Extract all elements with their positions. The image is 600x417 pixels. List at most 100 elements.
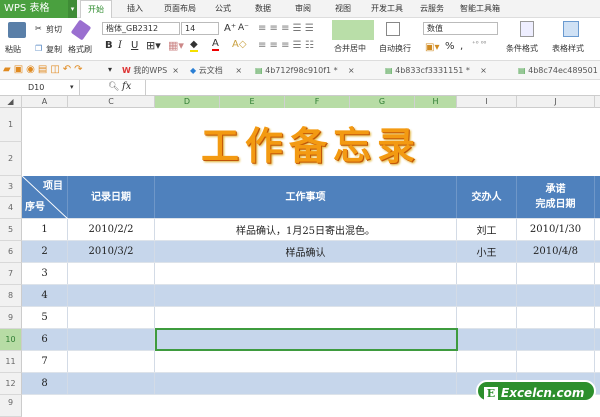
cut-button[interactable]: 剪切 [46, 24, 62, 35]
doc-tab-3[interactable]: ▤ 4b8c74ec489501 * [518, 63, 600, 78]
header-due[interactable]: 承诺 完成日期 [517, 176, 595, 218]
row-header[interactable]: 9 [0, 307, 22, 329]
formula-input[interactable] [145, 80, 600, 96]
fx-button[interactable]: fx [122, 81, 131, 92]
name-box[interactable]: D10 [0, 80, 80, 96]
cell-no[interactable]: 3 [22, 263, 68, 284]
conditional-format-button[interactable]: 条件格式 [506, 43, 538, 54]
clear-format-icon[interactable]: A◇ [232, 39, 247, 50]
cell-due[interactable]: 2010/4/8 [517, 241, 595, 262]
cell-no[interactable]: 6 [22, 329, 68, 350]
fill-color-icon[interactable]: ◆ [190, 39, 198, 52]
merge-center-icon[interactable] [332, 20, 374, 40]
more-dropdown-icon[interactable]: ▾ [108, 65, 112, 74]
cell-date[interactable] [68, 329, 155, 350]
row-header[interactable]: 5 [0, 219, 22, 241]
selected-range-d10-h10[interactable] [155, 328, 458, 351]
cell-item[interactable]: 样品确认，1月25日寄出混色。 [155, 219, 457, 240]
copy-icon[interactable]: ❐ [35, 44, 42, 53]
border-icon[interactable]: ⊞▾ [146, 39, 161, 52]
row-header[interactable]: 6 [0, 241, 22, 263]
cell-person[interactable] [457, 329, 517, 350]
doc-tab-cloud[interactable]: ◆ 云文档 × [190, 63, 242, 78]
row-header[interactable]: 2 [0, 142, 22, 176]
cell-item[interactable] [155, 285, 457, 306]
format-painter-icon[interactable] [70, 19, 92, 41]
cell-item[interactable] [155, 351, 457, 372]
paste-button[interactable]: 粘贴 [5, 44, 21, 55]
conditional-format-icon[interactable] [520, 21, 534, 37]
format-painter-button[interactable]: 格式刷 [68, 44, 92, 55]
tab-developer[interactable]: 开发工具 [367, 0, 407, 18]
merge-center-button[interactable]: 合并居中 [334, 43, 366, 54]
cell-person[interactable]: 刘工 [457, 219, 517, 240]
tab-formulas[interactable]: 公式 [208, 0, 238, 18]
header-person[interactable]: 交办人 [457, 176, 517, 218]
copy-button[interactable]: 复制 [46, 44, 62, 55]
bold-button[interactable]: B [105, 40, 113, 51]
cell-no[interactable]: 2 [22, 241, 68, 262]
font-size-select[interactable]: 14 [181, 22, 219, 35]
row-header[interactable]: 7 [0, 263, 22, 285]
row-header[interactable]: 3 [0, 176, 22, 197]
cell-no[interactable]: 7 [22, 351, 68, 372]
underline-button[interactable]: U [131, 40, 138, 51]
cell-no[interactable]: 5 [22, 307, 68, 328]
cell-date[interactable]: 2010/3/2 [68, 241, 155, 262]
name-box-dropdown-icon[interactable]: ▾ [70, 83, 74, 91]
cell-person[interactable] [457, 351, 517, 372]
col-header-f[interactable]: F [285, 96, 350, 108]
wrap-text-icon[interactable] [386, 22, 400, 36]
tab-cloud[interactable]: 云服务 [415, 0, 449, 18]
decimal-icons[interactable]: ⁺⁰ ⁰⁰ [472, 40, 486, 48]
cell-item[interactable] [155, 373, 457, 394]
paste-icon[interactable] [8, 22, 26, 38]
cell-date[interactable] [68, 263, 155, 284]
row-header[interactable]: 11 [0, 351, 22, 373]
header-date[interactable]: 记录日期 [68, 176, 155, 218]
col-header-i[interactable]: I [457, 96, 517, 108]
row-header[interactable]: 12 [0, 373, 22, 395]
row-header[interactable]: 9 [0, 395, 22, 417]
wrap-text-button[interactable]: 自动换行 [379, 43, 411, 54]
col-header-a[interactable]: A [22, 96, 68, 108]
tab-review[interactable]: 审阅 [288, 0, 318, 18]
align-top-icon[interactable]: ≡ ≡ ≡ ☰ ☰ [258, 23, 314, 34]
cell-person[interactable] [457, 263, 517, 284]
app-menu-button[interactable]: WPS 表格 [0, 0, 68, 18]
comma-button[interactable]: , [460, 41, 463, 52]
cell-person[interactable]: 小王 [457, 241, 517, 262]
cell-due[interactable] [517, 263, 595, 284]
cell-item[interactable]: 样品确认 [155, 241, 457, 262]
col-header-e[interactable]: E [220, 96, 285, 108]
number-format-select[interactable]: 数值 [423, 22, 498, 35]
col-header-j[interactable]: J [517, 96, 595, 108]
cell-person[interactable] [457, 285, 517, 306]
select-all-corner[interactable]: ◢ [0, 96, 22, 108]
cell-due[interactable] [517, 329, 595, 350]
decrease-font-icon[interactable]: A⁻ [238, 23, 249, 33]
font-color-icon[interactable]: A [212, 38, 219, 51]
cell-date[interactable] [68, 285, 155, 306]
align-left-icon[interactable]: ≡ ≡ ≡ ☰ ☷ [258, 40, 314, 51]
cell-person[interactable] [457, 307, 517, 328]
tab-page-layout[interactable]: 页面布局 [155, 0, 205, 18]
doc-tab-1[interactable]: ▤ 4b712f98c910f1 * × [255, 63, 355, 78]
cell-due[interactable]: 2010/1/30 [517, 219, 595, 240]
doc-tab-2[interactable]: ▤ 4b833cf3331151 * × [385, 63, 487, 78]
cell-date[interactable] [68, 373, 155, 394]
fill-pattern-icon[interactable]: ▦▾ [168, 39, 184, 52]
currency-icon[interactable]: ▣▾ [425, 42, 439, 53]
cut-icon[interactable]: ✂ [35, 24, 42, 33]
cell-due[interactable] [517, 285, 595, 306]
table-style-icon[interactable] [563, 21, 579, 37]
app-menu-dropdown[interactable]: ▾ [68, 0, 77, 18]
cell-due[interactable] [517, 351, 595, 372]
cell-due[interactable] [517, 307, 595, 328]
doc-tab-my-wps[interactable]: W 我的WPS × [122, 63, 179, 78]
tab-start[interactable]: 开始 [80, 0, 112, 18]
tab-view[interactable]: 视图 [328, 0, 358, 18]
tab-insert[interactable]: 插入 [120, 0, 150, 18]
font-name-select[interactable]: 楷体_GB2312 [102, 22, 180, 35]
row-header[interactable]: 1 [0, 108, 22, 142]
